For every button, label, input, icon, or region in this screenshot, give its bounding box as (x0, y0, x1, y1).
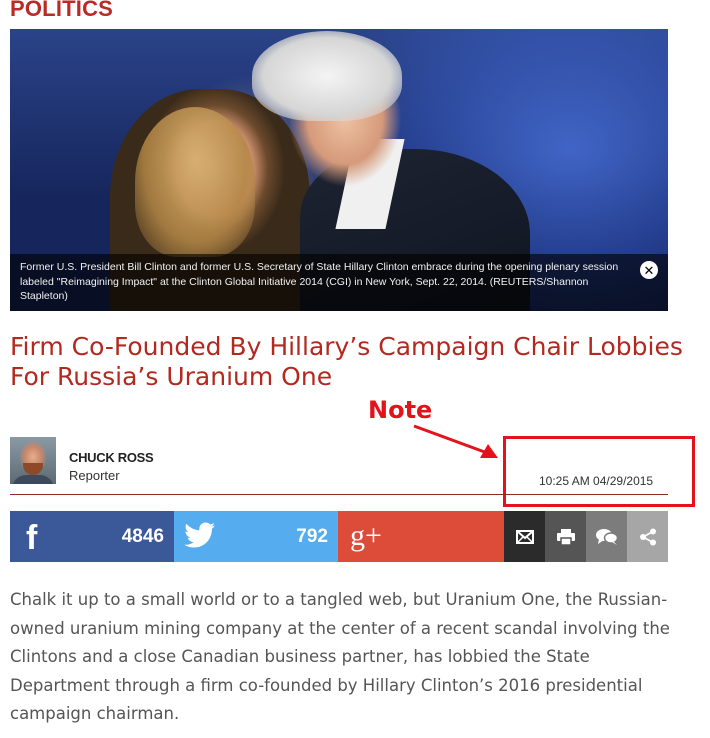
close-icon[interactable]: ✕ (640, 261, 658, 279)
twitter-share-count: 792 (296, 526, 328, 547)
facebook-share-button[interactable]: f 4846 (10, 511, 174, 562)
hero-figure-man-hair (252, 31, 402, 121)
email-button[interactable] (504, 511, 545, 562)
section-label[interactable]: POLITICS (10, 0, 113, 22)
byline-divider (10, 494, 668, 495)
article-body-paragraph: Chalk it up to a small world or to a tan… (10, 590, 670, 723)
facebook-icon: f (26, 519, 38, 557)
share-bar: f 4846 792 g+ (10, 511, 668, 562)
comment-button[interactable] (586, 511, 627, 562)
google-plus-icon: g+ (350, 519, 382, 552)
hero-figure-woman-hair (135, 107, 255, 257)
author-role: Reporter (69, 468, 120, 483)
google-plus-share-button[interactable]: g+ (338, 511, 504, 562)
comment-icon (595, 528, 618, 545)
article-headline: Firm Co-Founded By Hillary’s Campaign Ch… (10, 332, 683, 391)
print-icon (556, 528, 575, 545)
publish-timestamp: 10:25 AM 04/29/2015 (539, 474, 654, 488)
author-name-link[interactable]: CHUCK ROSS (69, 450, 154, 465)
share-more-button[interactable] (627, 511, 668, 562)
facebook-share-count: 4846 (121, 526, 164, 547)
hero-image: Former U.S. President Bill Clinton and f… (10, 29, 668, 311)
twitter-share-button[interactable]: 792 (174, 511, 338, 562)
print-button[interactable] (545, 511, 586, 562)
avatar-beard (23, 463, 43, 475)
share-icon (639, 528, 656, 545)
author-avatar[interactable] (10, 437, 56, 484)
photo-caption: Former U.S. President Bill Clinton and f… (20, 261, 619, 302)
photo-caption-bar: Former U.S. President Bill Clinton and f… (10, 254, 668, 311)
avatar-shirt (12, 475, 54, 484)
annotation-arrow-icon (413, 424, 498, 458)
email-icon (515, 529, 534, 544)
annotation-highlight-box (503, 436, 695, 507)
twitter-bird-icon (184, 522, 215, 548)
